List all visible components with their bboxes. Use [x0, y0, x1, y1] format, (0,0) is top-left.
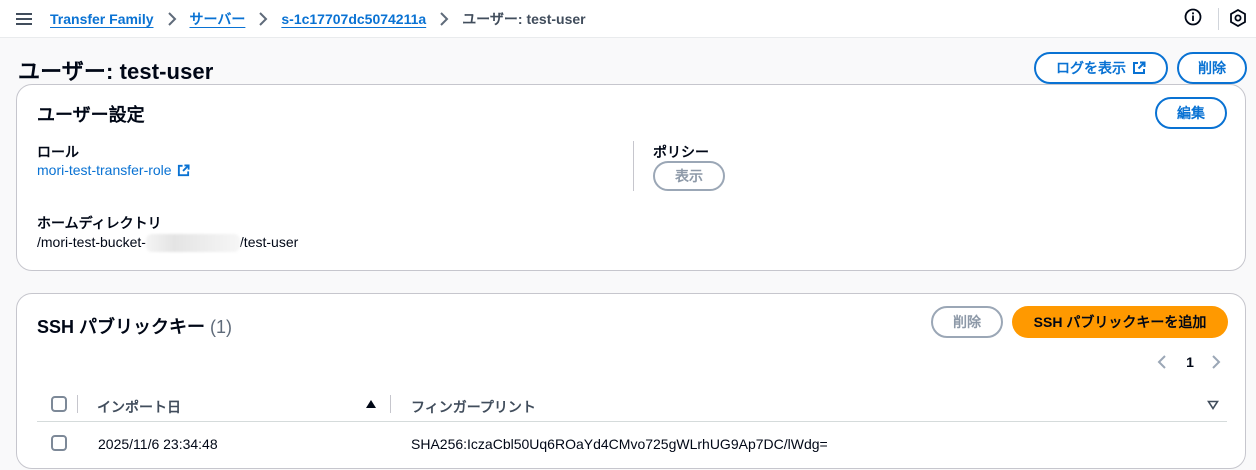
home-directory-suffix: /test-user — [239, 234, 299, 250]
home-directory-prefix: /mori-test-bucket- — [37, 234, 146, 250]
chevron-right-icon[interactable] — [1209, 354, 1223, 370]
sort-ascending-icon[interactable] — [365, 399, 377, 409]
breadcrumb-link-servers[interactable]: サーバー — [190, 9, 246, 29]
home-directory-label: ホームディレクトリ — [37, 215, 162, 231]
external-link-icon — [177, 163, 190, 176]
role-link[interactable]: mori-test-transfer-role — [37, 162, 190, 178]
add-ssh-key-button[interactable]: SSH パブリックキーを追加 — [1012, 306, 1228, 338]
role-link-text: mori-test-transfer-role — [37, 162, 172, 178]
breadcrumb-current: ユーザー: test-user — [462, 11, 586, 27]
column-header-import-date[interactable]: インポート日 — [97, 397, 181, 417]
chevron-right-icon — [440, 12, 449, 26]
column-divider — [633, 141, 634, 191]
view-logs-label: ログを表示 — [1056, 60, 1126, 76]
column-header-fingerprint[interactable]: フィンガープリント — [411, 397, 536, 417]
sort-caret-down-icon[interactable] — [1207, 400, 1219, 410]
user-settings-panel: ユーザー設定 編集 ロール mori-test-transfer-role ポリ… — [16, 84, 1246, 271]
column-separator — [77, 395, 78, 413]
ssh-keys-title-text: SSH パブリックキー — [37, 317, 206, 337]
column-separator — [390, 395, 391, 413]
policy-label: ポリシー — [653, 144, 709, 160]
role-label: ロール — [37, 144, 79, 160]
chevron-right-icon — [167, 12, 176, 26]
row-checkbox[interactable] — [51, 435, 67, 451]
breadcrumb-link-transfer-family[interactable]: Transfer Family — [50, 11, 154, 27]
view-logs-button[interactable]: ログを表示 — [1034, 52, 1168, 84]
breadcrumb: Transfer Family サーバー s-1c17707dc5074211a… — [50, 10, 586, 28]
external-link-icon — [1133, 61, 1146, 74]
redacted-mask — [145, 234, 240, 253]
chevron-right-icon — [259, 12, 268, 26]
menu-icon[interactable] — [14, 9, 34, 29]
row-fingerprint: SHA256:IczaCbl50Uq6ROaYd4CMvo725gWLrhUG9… — [411, 436, 828, 452]
edit-button[interactable]: 編集 — [1155, 97, 1227, 129]
toolbar-divider — [1218, 8, 1219, 30]
ssh-keys-title: SSH パブリックキー (1) — [37, 313, 232, 339]
delete-user-button[interactable]: 削除 — [1177, 52, 1247, 84]
home-directory-value: /mori-test-bucket- /test-user — [37, 234, 299, 253]
pagination-current-page[interactable]: 1 — [1183, 354, 1197, 370]
chevron-left-icon[interactable] — [1155, 354, 1169, 370]
top-navigation-bar: Transfer Family サーバー s-1c17707dc5074211a… — [0, 0, 1256, 38]
info-icon[interactable] — [1184, 8, 1202, 26]
row-import-date: 2025/11/6 23:34:48 — [98, 436, 218, 452]
ssh-keys-count: (1) — [210, 317, 233, 337]
view-policy-button[interactable]: 表示 — [653, 161, 725, 191]
select-all-checkbox[interactable] — [51, 396, 67, 412]
table-header-divider — [37, 421, 1227, 422]
page-title: ユーザー: test-user — [18, 59, 214, 84]
ssh-public-keys-panel: SSH パブリックキー (1) 削除 SSH パブリックキーを追加 1 インポー… — [16, 293, 1246, 469]
settings-hexagon-icon[interactable] — [1230, 9, 1246, 27]
breadcrumb-link-server-id[interactable]: s-1c17707dc5074211a — [281, 11, 426, 27]
delete-key-button[interactable]: 削除 — [931, 306, 1003, 338]
user-settings-title: ユーザー設定 — [37, 105, 145, 125]
